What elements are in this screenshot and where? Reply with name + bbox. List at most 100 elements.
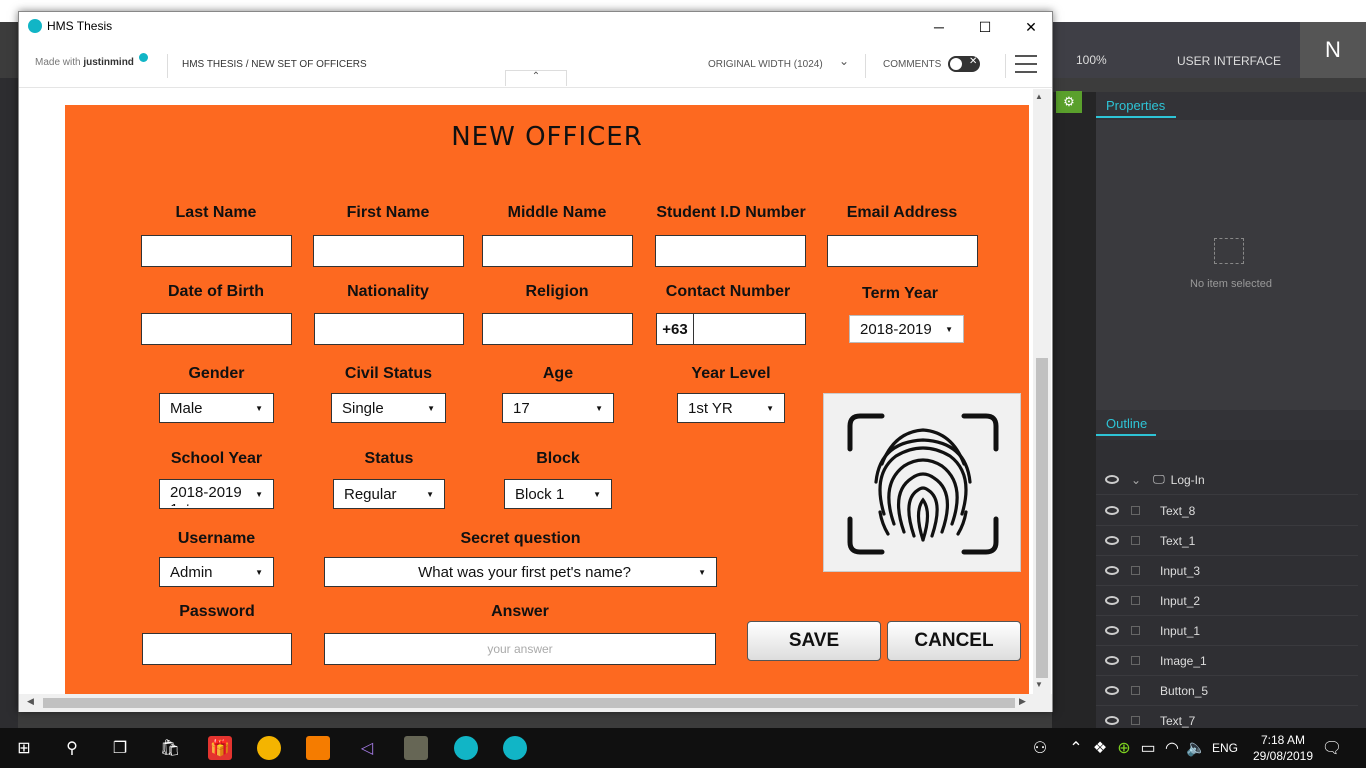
settings-gear-icon[interactable]: ⚙ [1056,91,1082,113]
volume-icon[interactable]: 🔈 [1184,736,1208,760]
outline-item[interactable]: Text_1 [1096,526,1358,556]
outline-item[interactable]: Text_8 [1096,496,1358,526]
eye-icon[interactable] [1105,686,1119,695]
email-input[interactable] [827,235,978,267]
status-select[interactable]: Regular ▼ [333,479,445,509]
eye-icon[interactable] [1105,536,1119,545]
gift-app-icon[interactable]: 🎁 [208,736,232,760]
scroll-right-arrow-icon[interactable]: ▶ [1019,696,1026,707]
language-indicator[interactable]: ENG [1212,741,1238,755]
eye-icon[interactable] [1105,506,1119,515]
chevron-down-icon[interactable]: ⌄ [839,54,849,68]
lock-checkbox[interactable] [1131,716,1140,725]
visual-studio-icon[interactable]: ◁ [355,736,379,760]
chevron-up-icon[interactable]: ⌃ [1064,736,1088,760]
scroll-down-arrow-icon[interactable]: ▼ [1035,680,1043,689]
lock-checkbox[interactable] [1131,596,1140,605]
term-year-select[interactable]: 2018-2019 ▼ [849,315,964,343]
dob-input[interactable] [141,313,292,345]
lock-checkbox[interactable] [1131,656,1140,665]
chrome-icon[interactable] [257,736,281,760]
comments-label: COMMENTS [883,59,942,70]
outline-item[interactable]: Input_2 [1096,586,1358,616]
eye-icon[interactable] [1105,566,1119,575]
school-year-select[interactable]: 2018-2019 1st▼ [159,479,274,509]
gender-select[interactable]: Male ▼ [159,393,274,423]
outline-item[interactable]: ⌄ 🖵 Log-In [1096,465,1358,495]
tab-outline[interactable]: Outline [1096,414,1156,436]
student-id-input[interactable] [655,235,806,267]
dropdown-arrow-icon: ▼ [255,490,263,499]
first-name-input[interactable] [313,235,464,267]
clock[interactable]: 7:18 AM 29/08/2019 [1248,732,1318,764]
vertical-scroll-thumb[interactable] [1036,358,1048,678]
xampp-icon[interactable] [306,736,330,760]
battery-icon[interactable]: ▭ [1136,736,1160,760]
eye-icon[interactable] [1105,626,1119,635]
username-select[interactable]: Admin ▼ [159,557,274,587]
dropbox-icon[interactable]: ❖ [1088,736,1112,760]
collapse-header-button[interactable]: ⌃ [505,70,567,86]
user-avatar[interactable]: N [1300,22,1366,78]
religion-input[interactable] [482,313,633,345]
plus-icon[interactable]: ⊕ [1112,736,1136,760]
people-icon[interactable]: ⚇ [1028,736,1052,760]
notifications-icon[interactable]: 🗨 [1320,736,1344,760]
wifi-icon[interactable]: ◠ [1160,736,1184,760]
window-titlebar[interactable] [19,12,1052,42]
answer-input[interactable]: your answer [324,633,716,665]
eye-icon[interactable] [1105,716,1119,725]
divider [865,54,866,78]
justinmind-icon[interactable] [454,736,478,760]
original-width-select[interactable]: ORIGINAL WIDTH (1024) [708,59,823,70]
lock-checkbox[interactable] [1131,506,1140,515]
last-name-input[interactable] [141,235,292,267]
lock-checkbox[interactable] [1131,566,1140,575]
secret-question-select[interactable]: What was your first pet's name? ▼ [324,557,717,587]
scroll-left-arrow-icon[interactable]: ◀ [27,696,34,707]
outline-item[interactable]: Input_1 [1096,616,1358,646]
nationality-input[interactable] [314,313,464,345]
cancel-button[interactable]: CANCEL [887,621,1021,661]
clock-time: 7:18 AM [1260,733,1306,747]
eye-icon[interactable] [1105,475,1119,484]
chevron-down-icon[interactable]: ⌄ [1131,473,1141,487]
year-level-select[interactable]: 1st YR ▼ [677,393,785,423]
close-button[interactable]: ✕ [1008,12,1054,42]
contact-input[interactable]: +63 [656,313,806,345]
maximize-button[interactable]: ☐ [962,12,1008,42]
game-icon[interactable] [404,736,428,760]
windows-start-icon[interactable]: ⊞ [12,736,36,760]
middle-name-input[interactable] [482,235,633,267]
religion-label: Religion [525,283,589,300]
minimize-button[interactable]: ─ [916,12,962,42]
lock-checkbox[interactable] [1131,686,1140,695]
password-input[interactable] [142,633,292,665]
hamburger-menu-icon[interactable] [1015,55,1037,73]
eye-icon[interactable] [1105,656,1119,665]
save-button[interactable]: SAVE [747,621,881,661]
tab-properties[interactable]: Properties [1096,96,1176,118]
properties-panel [1096,120,1366,410]
age-select[interactable]: 17 ▼ [502,393,614,423]
zoom-level[interactable]: 100% [1076,53,1107,67]
justinmind-active-icon[interactable] [503,736,527,760]
task-view-icon[interactable]: ❐ [108,736,132,760]
search-icon[interactable]: ⚲ [60,736,84,760]
dropdown-arrow-icon: ▼ [255,403,263,413]
made-with-label[interactable]: Made with justinmind [35,57,134,68]
outline-item[interactable]: Button_5 [1096,676,1358,706]
civil-status-select[interactable]: Single ▼ [331,393,446,423]
scroll-up-arrow-icon[interactable]: ▲ [1035,92,1043,101]
lock-checkbox[interactable] [1131,626,1140,635]
breadcrumb[interactable]: HMS THESIS / NEW SET OF OFFICERS [182,59,367,70]
horizontal-scroll-thumb[interactable] [43,698,1015,708]
eye-icon[interactable] [1105,596,1119,605]
outline-item[interactable]: Input_3 [1096,556,1358,586]
store-icon[interactable]: 🛍 [158,736,182,760]
outline-item[interactable]: Image_1 [1096,646,1358,676]
user-interface-menu[interactable]: USER INTERFACE [1177,54,1281,68]
window-title: HMS Thesis [47,19,113,33]
lock-checkbox[interactable] [1131,536,1140,545]
block-select[interactable]: Block 1 ▼ [504,479,612,509]
